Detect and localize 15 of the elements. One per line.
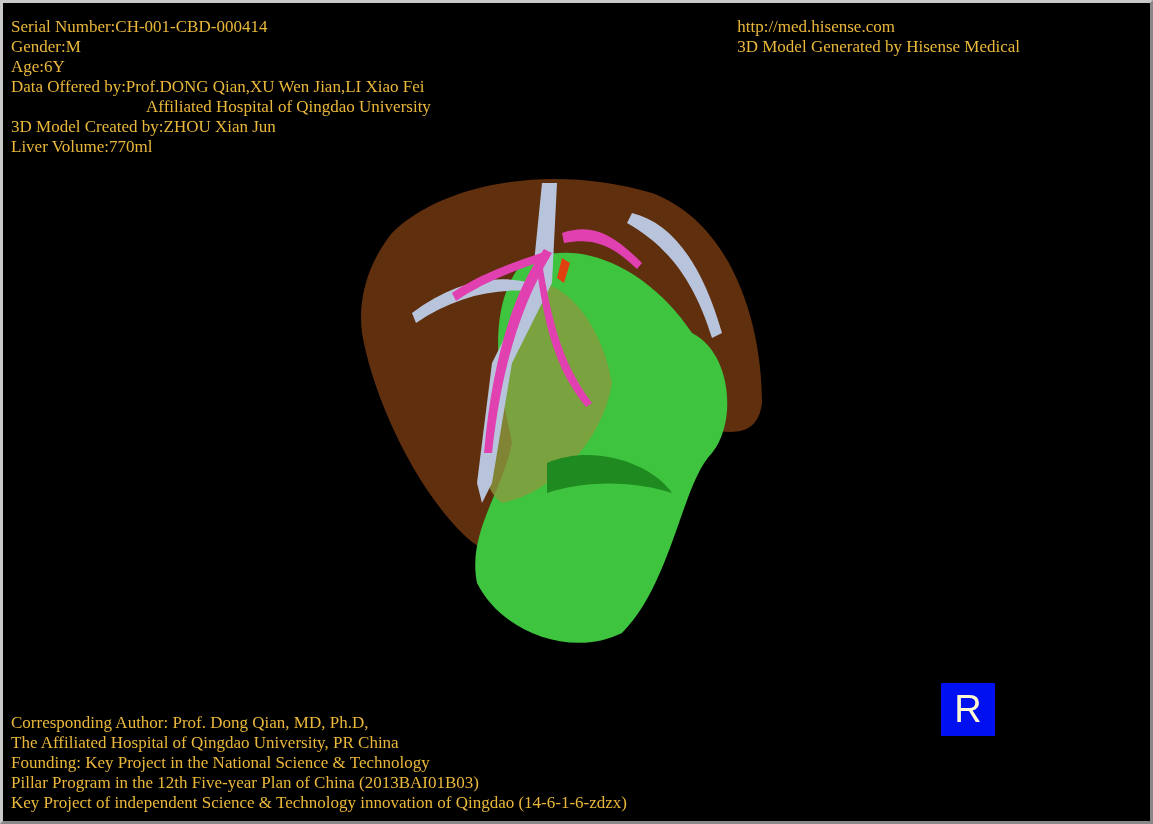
credit-text: http://med.hisense.com xyxy=(737,17,896,37)
info-text: Age:6Y xyxy=(11,57,66,77)
info-text: Serial Number:CH-001-CBD-000414 xyxy=(11,17,269,37)
footer-text: Key Project of independent Science & Technology innovation of Qingdao (14-6-1-6-zdzx) xyxy=(11,793,627,813)
footer-text: Pillar Program in the 12th Five-year Plan of China (2013BAI01B03) xyxy=(11,773,480,793)
credit-text: 3D Model Generated by Hisense Medical xyxy=(737,37,1020,57)
footer-text: Founding: Key Project in the National Science & Technology xyxy=(11,753,431,773)
info-text: Data Offered by:Prof.DONG Qian,XU Wen Jian,LI Xiao Fei xyxy=(11,77,426,97)
info-text: Gender:M xyxy=(11,37,82,57)
info-text: 3D Model Created by:ZHOU Xian Jun xyxy=(11,117,277,137)
footer-text: Corresponding Author: Prof. Dong Qian, MD, Ph.D, xyxy=(11,713,370,733)
info-text: Affiliated Hospital of Qingdao University xyxy=(145,97,431,117)
orientation-badge: R xyxy=(941,683,995,736)
footer-text: The Affiliated Hospital of Qingdao University, PR China xyxy=(11,733,400,753)
info-text: Liver Volume:770ml xyxy=(11,137,154,157)
